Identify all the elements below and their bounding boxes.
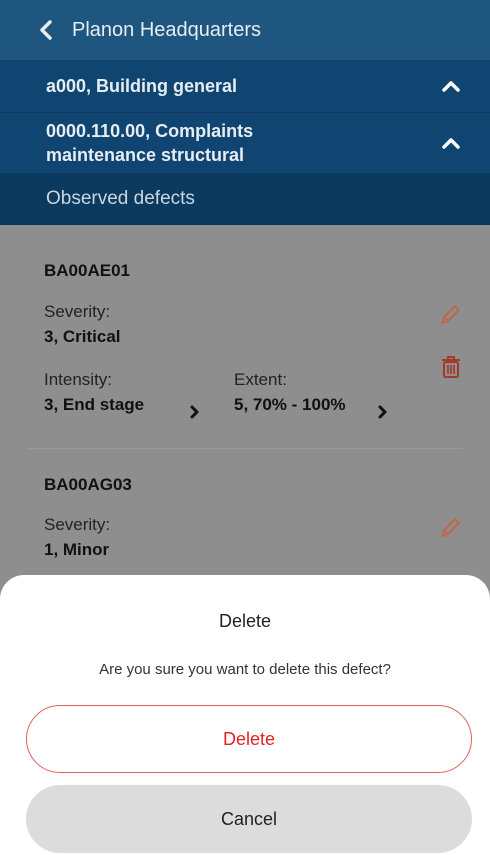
severity-value: 3, Critical bbox=[44, 327, 121, 346]
defect-code: BA00AE01 bbox=[44, 261, 130, 280]
level1-row[interactable]: a000, Building general bbox=[0, 60, 490, 112]
defect-code: BA00AG03 bbox=[44, 475, 132, 494]
back-label: Planon Headquarters bbox=[72, 18, 262, 41]
intensity-label: Intensity: bbox=[44, 370, 113, 389]
level2-title-line2: maintenance structural bbox=[46, 145, 245, 165]
severity-label: Severity: bbox=[44, 302, 111, 321]
chevron-up-icon[interactable] bbox=[442, 137, 460, 149]
cancel-button[interactable]: Cancel bbox=[26, 785, 472, 853]
chevron-left-icon[interactable] bbox=[38, 20, 56, 40]
pencil-icon[interactable] bbox=[437, 302, 463, 328]
trash-icon[interactable] bbox=[440, 355, 462, 379]
delete-dialog: Delete Are you sure you want to delete t… bbox=[0, 575, 490, 855]
pencil-icon[interactable] bbox=[437, 515, 463, 541]
severity-value: 1, Minor bbox=[44, 540, 110, 559]
chevron-right-icon[interactable] bbox=[378, 405, 388, 419]
level2-title: 0000.110.00, Complaints maintenance stru… bbox=[46, 119, 253, 167]
extent-label: Extent: bbox=[234, 370, 287, 389]
chevron-right-icon[interactable] bbox=[190, 405, 200, 419]
dialog-message: Are you sure you want to delete this def… bbox=[99, 661, 391, 678]
level2-row[interactable]: 0000.110.00, Complaints maintenance stru… bbox=[0, 112, 490, 173]
severity-label: Severity: bbox=[44, 515, 111, 534]
level1-title: a000, Building general bbox=[46, 75, 238, 96]
chevron-up-icon[interactable] bbox=[442, 80, 460, 92]
defect-card[interactable]: BA00AG03 Severity: 1, Minor bbox=[0, 449, 490, 589]
delete-button[interactable]: Delete bbox=[26, 705, 472, 773]
defect-card[interactable]: BA00AE01 Severity: 3, Critical Intensity… bbox=[0, 225, 490, 449]
extent-value: 5, 70% - 100% bbox=[234, 395, 346, 414]
section-label: Observed defects bbox=[46, 188, 195, 209]
section-title: Observed defects bbox=[0, 173, 490, 225]
level2-title-line1: 0000.110.00, Complaints bbox=[46, 121, 254, 141]
back-bar[interactable]: Planon Headquarters bbox=[0, 0, 490, 60]
app-header: Planon Headquarters a000, Building gener… bbox=[0, 0, 490, 225]
dialog-title: Delete bbox=[218, 611, 272, 631]
intensity-value: 3, End stage bbox=[44, 395, 145, 414]
defect-list: BA00AE01 Severity: 3, Critical Intensity… bbox=[0, 225, 490, 589]
